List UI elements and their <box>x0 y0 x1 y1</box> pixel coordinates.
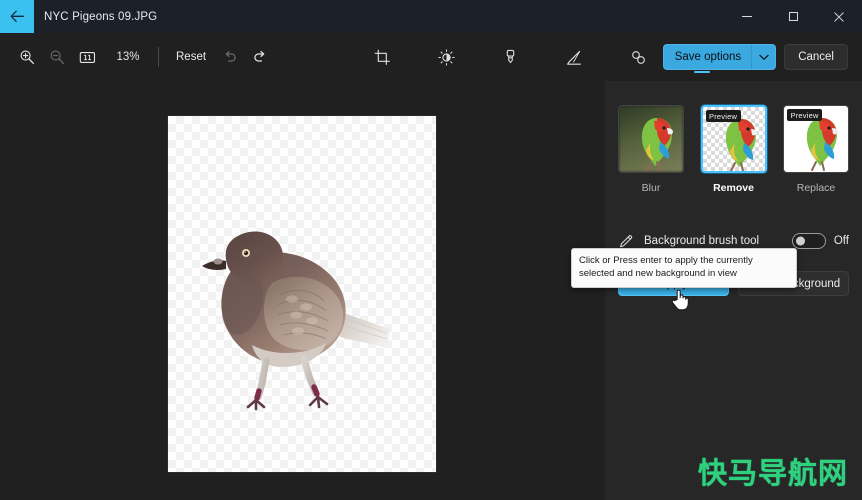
maximize-icon <box>789 12 798 21</box>
zoom-out-button[interactable] <box>42 43 72 71</box>
zoom-level-label[interactable]: 13% <box>108 51 148 63</box>
background-brush-toggle-state: Off <box>834 235 849 247</box>
window-title: NYC Pigeons 09.JPG <box>44 0 157 33</box>
background-option-remove-thumbnail[interactable]: Preview <box>701 105 767 173</box>
undo-icon <box>222 50 238 65</box>
background-panel: Blur Preview <box>605 81 862 500</box>
brush-pen-icon <box>618 234 638 249</box>
background-option-replace-thumbnail[interactable]: Preview <box>783 105 849 173</box>
image-canvas[interactable] <box>168 116 436 472</box>
parrot-thumbnail-image <box>711 113 763 173</box>
toolbar-divider <box>158 47 159 67</box>
background-option-blur[interactable]: Blur <box>618 105 684 194</box>
photos-editor-window: NYC Pigeons 09.JPG <box>0 0 862 500</box>
retouch-tool-button[interactable] <box>622 41 654 73</box>
zoom-in-icon <box>19 49 35 65</box>
save-options-dropdown-button[interactable] <box>751 45 775 69</box>
redo-button[interactable] <box>245 43 275 71</box>
pigeon-image <box>188 221 393 411</box>
markup-tool-button[interactable] <box>494 41 526 73</box>
background-option-replace[interactable]: Preview Replace <box>783 105 849 194</box>
actual-size-1-to-1-icon <box>79 50 96 65</box>
title-bar: NYC Pigeons 09.JPG <box>0 0 862 33</box>
adjustment-tool-button[interactable] <box>430 41 462 73</box>
marker-pen-icon <box>502 49 519 66</box>
zoom-out-icon <box>49 49 65 65</box>
redo-icon <box>252 50 268 65</box>
parrot-thumbnail-image <box>627 112 679 172</box>
zoom-in-button[interactable] <box>12 43 42 71</box>
preview-badge: Preview <box>787 109 822 121</box>
apply-button-tooltip: Click or Press enter to apply the curren… <box>571 248 797 288</box>
toolbar-actions: Save options Cancel <box>663 33 848 81</box>
minimize-icon <box>742 16 752 17</box>
cancel-button[interactable]: Cancel <box>784 44 848 70</box>
background-options-row: Blur Preview <box>618 105 849 194</box>
maximize-button[interactable] <box>770 0 816 33</box>
arrow-left-icon <box>10 10 25 23</box>
eraser-icon <box>566 49 583 66</box>
background-brush-toggle[interactable] <box>792 233 826 249</box>
background-brush-tool-label: Background brush tool <box>644 235 759 247</box>
background-option-replace-label: Replace <box>797 182 836 194</box>
close-button[interactable] <box>816 0 862 33</box>
background-option-blur-thumbnail[interactable] <box>618 105 684 173</box>
preview-badge: Preview <box>706 110 741 122</box>
background-option-blur-label: Blur <box>642 182 661 194</box>
background-brush-toggle-wrap: Off <box>792 233 849 249</box>
save-options-button[interactable]: Save options <box>664 45 752 69</box>
zoom-controls: 13% Reset <box>12 33 275 81</box>
erase-tool-button[interactable] <box>558 41 590 73</box>
minimize-button[interactable] <box>724 0 770 33</box>
crop-tool-button[interactable] <box>366 41 398 73</box>
brightness-icon <box>438 49 455 66</box>
reset-button[interactable]: Reset <box>167 46 215 68</box>
blur-spot-icon <box>630 49 647 66</box>
editor-toolbar: 13% Reset <box>0 33 862 81</box>
crop-icon <box>374 49 391 66</box>
close-icon <box>834 12 844 22</box>
parrot-thumbnail-image <box>792 112 844 172</box>
toggle-knob <box>796 237 805 246</box>
save-options-split-button[interactable]: Save options <box>663 44 777 70</box>
site-watermark: 快马导航网 <box>698 450 848 492</box>
undo-button[interactable] <box>215 43 245 71</box>
chevron-down-icon <box>759 54 769 61</box>
background-option-remove[interactable]: Preview Remove <box>701 105 767 194</box>
background-option-remove-label: Remove <box>713 182 754 194</box>
actual-size-button[interactable] <box>72 43 102 71</box>
canvas-area[interactable] <box>0 81 605 500</box>
back-button[interactable] <box>0 0 34 33</box>
window-controls <box>724 0 862 33</box>
